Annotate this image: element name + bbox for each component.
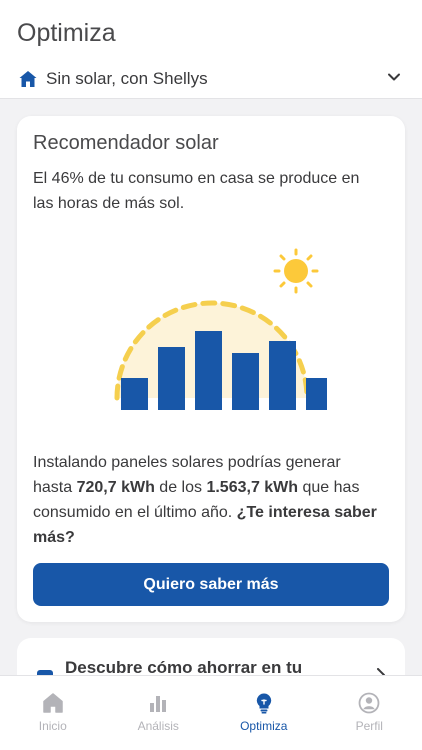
- sun-icon: [273, 248, 319, 294]
- tab-label: Inicio: [38, 719, 67, 733]
- solar-recommender-card: Recomendador solar El 46% de tu consumo …: [17, 116, 405, 622]
- home-icon: [43, 693, 63, 713]
- bottom-tab-bar: Inicio Análisis Optimiza Perfil: [0, 675, 422, 750]
- learn-more-button[interactable]: Quiero saber más: [33, 563, 389, 606]
- bar: [121, 378, 148, 410]
- chart-icon: [150, 696, 167, 712]
- tab-label: Análisis: [137, 719, 179, 733]
- lightbulb-icon: [256, 693, 271, 714]
- tab-optimiza[interactable]: Optimiza: [211, 676, 317, 750]
- bar: [306, 378, 327, 410]
- generation-value: 720,7 kWh: [76, 479, 155, 496]
- card-body: Instalando paneles solares podrías gener…: [33, 450, 383, 550]
- tab-label: Optimiza: [240, 719, 288, 733]
- tab-analisis[interactable]: Análisis: [106, 676, 212, 750]
- tab-inicio[interactable]: Inicio: [0, 676, 106, 750]
- tab-label: Perfil: [355, 719, 383, 733]
- card-title: Recomendador solar: [33, 132, 219, 154]
- consumption-value: 1.563,7 kWh: [206, 479, 299, 496]
- bar: [269, 341, 296, 410]
- body-text: de los: [154, 479, 207, 496]
- home-selector[interactable]: Sin solar, con Shellys: [18, 64, 406, 94]
- top-bar: Optimiza Sin solar, con Shellys: [0, 0, 422, 99]
- solar-illustration: [114, 248, 327, 410]
- chevron-down-icon[interactable]: [386, 69, 402, 85]
- page-title: Optimiza: [17, 19, 116, 47]
- bar: [158, 347, 185, 410]
- card-intro: El 46% de tu consumo en casa se produce …: [33, 170, 360, 212]
- tab-perfil[interactable]: Perfil: [317, 676, 422, 750]
- user-icon: [358, 692, 380, 714]
- bar: [195, 331, 222, 410]
- bar: [232, 353, 259, 410]
- home-selector-label: Sin solar, con Shellys: [46, 69, 208, 88]
- home-icon: [19, 71, 37, 87]
